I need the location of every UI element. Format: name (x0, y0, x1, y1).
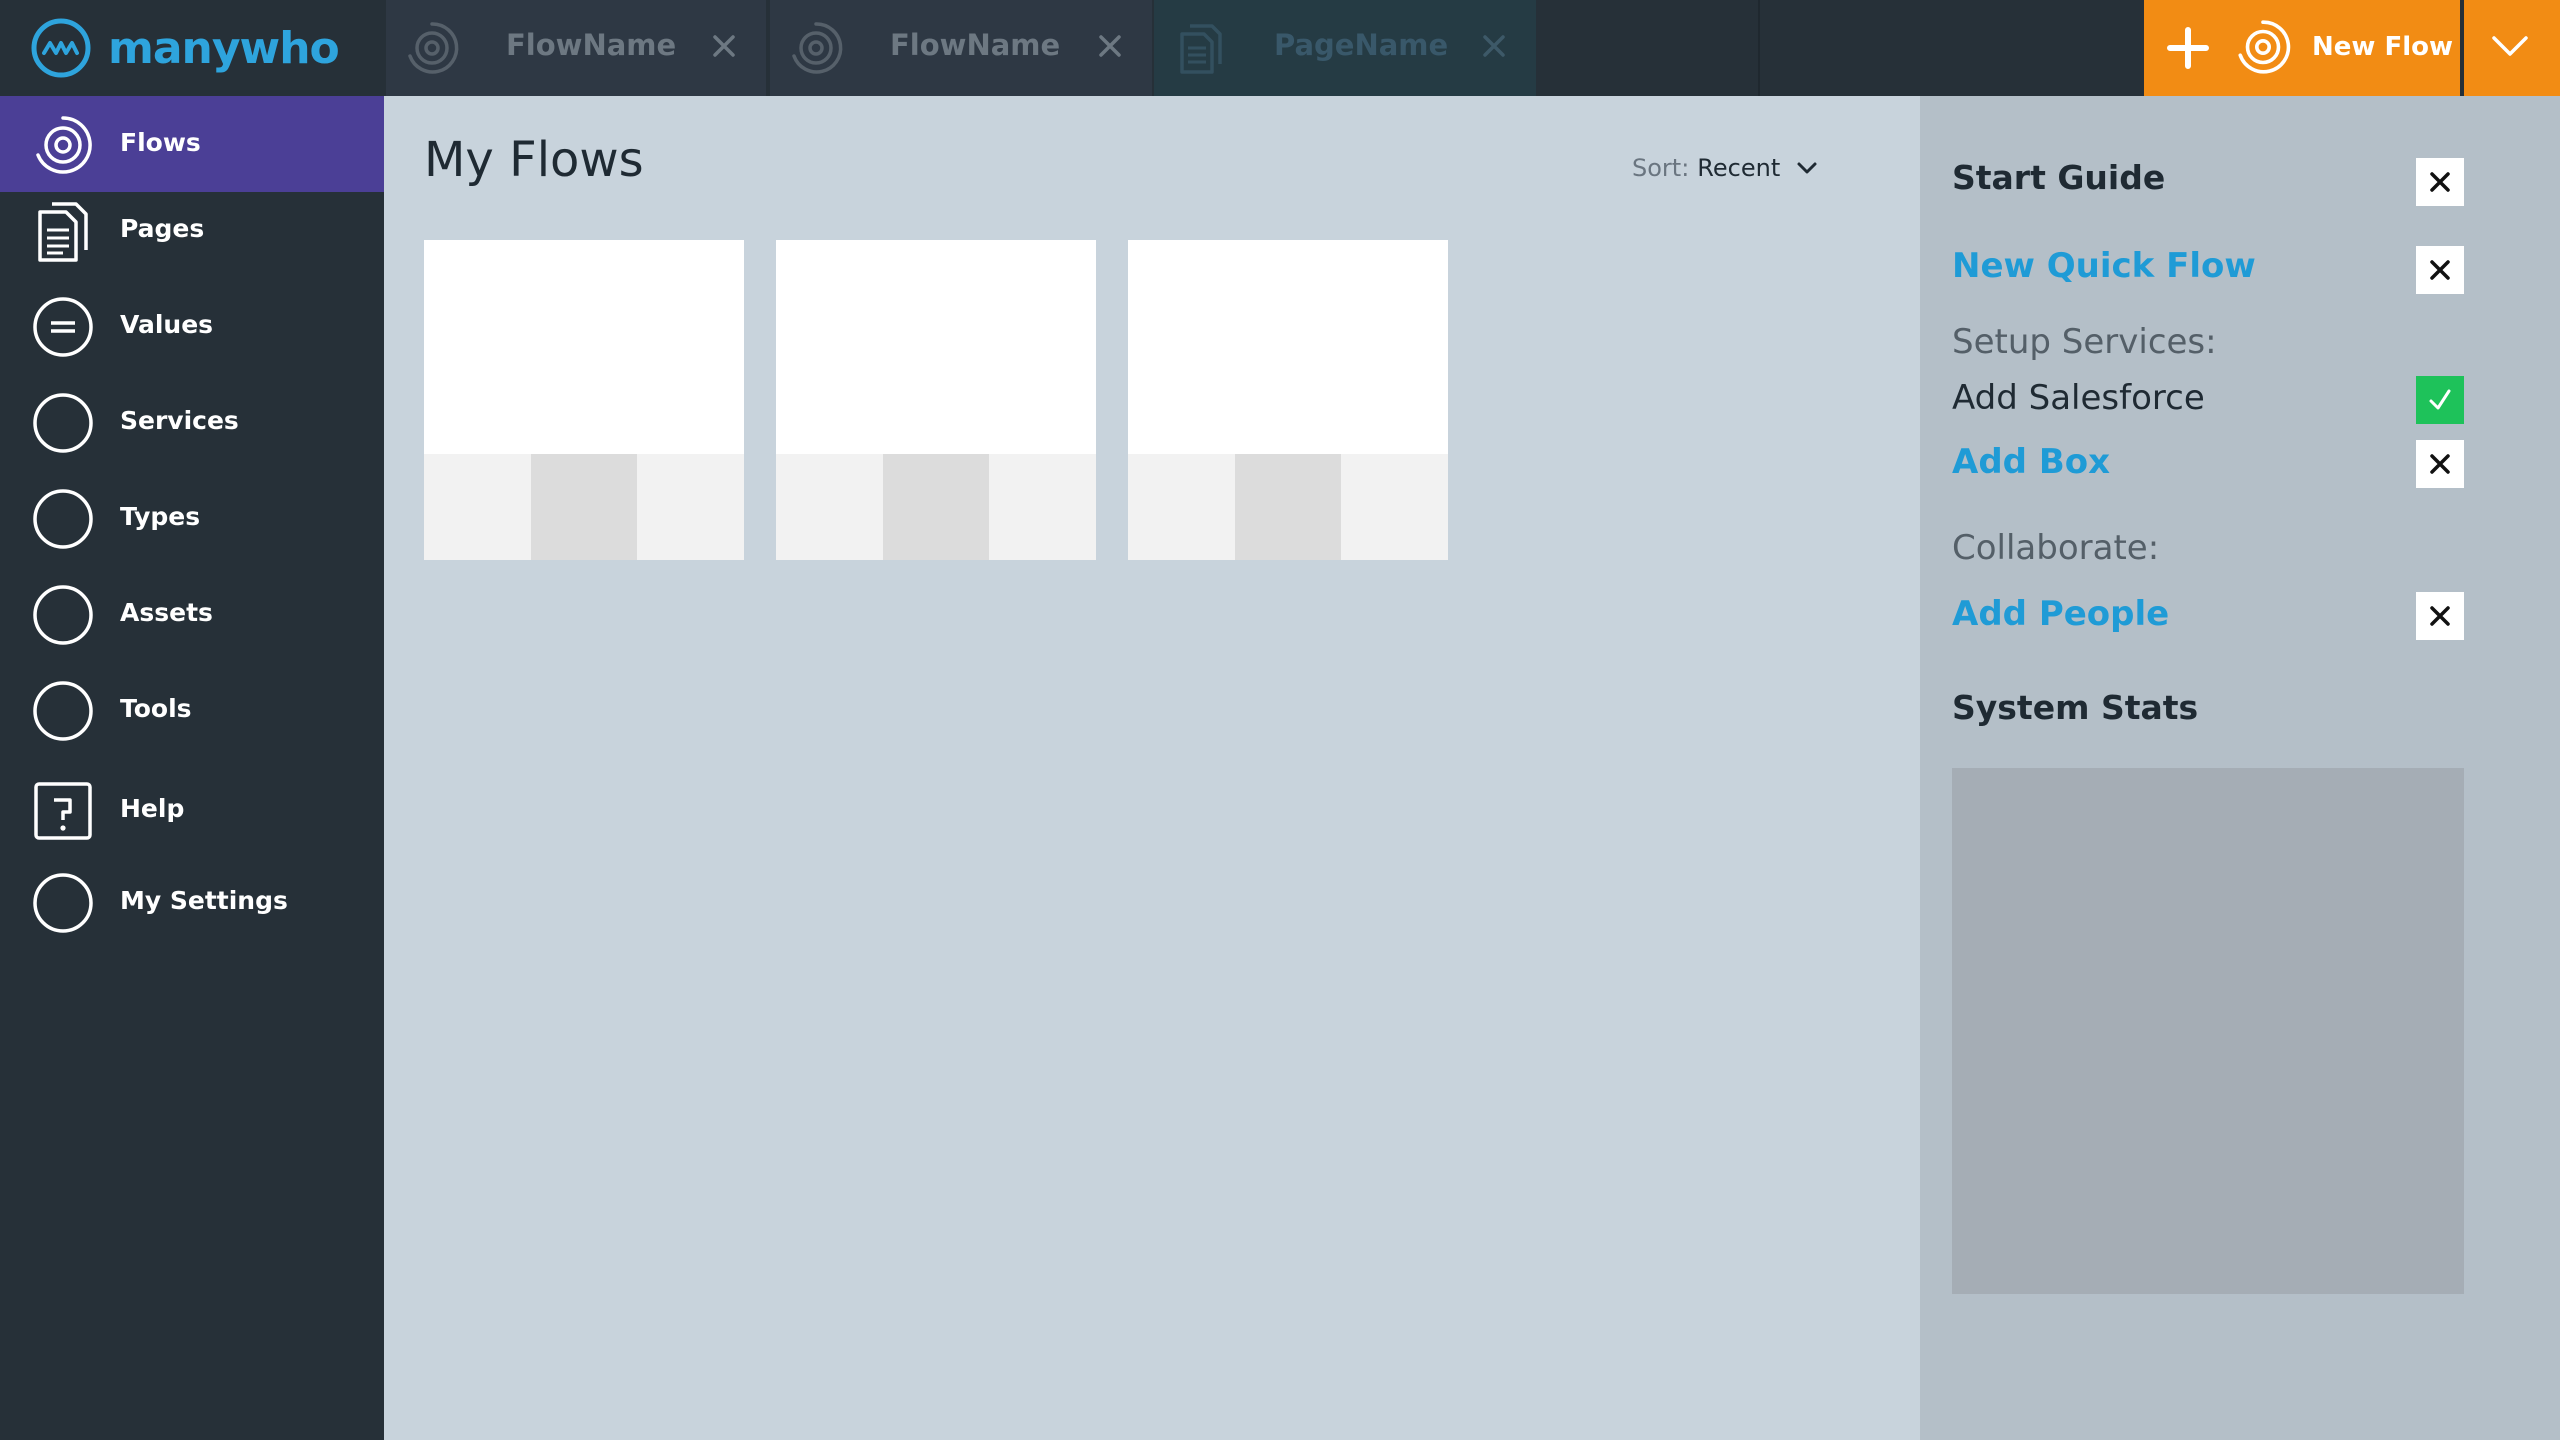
start-guide-heading: Start Guide (1952, 158, 2166, 197)
app-logo[interactable]: manywho (0, 0, 384, 96)
card-action[interactable] (1128, 454, 1235, 560)
card-action[interactable] (637, 454, 745, 560)
sidebar-item-label: Assets (120, 598, 213, 627)
tab-label: PageName (1274, 28, 1449, 62)
close-icon[interactable] (708, 30, 740, 62)
close-start-guide-button[interactable] (2416, 158, 2464, 206)
card-action[interactable] (1341, 454, 1449, 560)
close-icon (2430, 606, 2450, 626)
sidebar: Flows Pages Values Services Types Assets… (0, 96, 384, 1440)
new-quick-flow-link[interactable]: New Quick Flow (1952, 246, 2256, 286)
system-stats-heading: System Stats (1952, 688, 2199, 727)
checkmark-icon (2429, 389, 2451, 410)
sort-label: Sort: (1632, 154, 1690, 182)
values-icon (33, 297, 93, 357)
sidebar-item-values[interactable]: Values (0, 278, 384, 374)
close-icon[interactable] (1478, 30, 1510, 62)
sidebar-item-my-settings[interactable]: My Settings (0, 854, 384, 950)
close-icon (2430, 454, 2450, 474)
close-icon (2430, 172, 2450, 192)
sidebar-item-label: Services (120, 406, 239, 435)
tab-flowname-1[interactable]: FlowName (386, 0, 766, 96)
sidebar-item-label: Flows (120, 128, 201, 157)
tab-label: FlowName (506, 28, 677, 62)
manywho-logo-icon (31, 18, 91, 78)
circle-icon (33, 681, 93, 741)
flow-card[interactable] (1128, 240, 1449, 560)
start-guide-panel: Start Guide New Quick Flow Setup Service… (1920, 96, 2560, 1440)
page-icon (1180, 24, 1222, 74)
close-icon[interactable] (1094, 30, 1126, 62)
tab-divider (1758, 0, 1760, 96)
sidebar-item-label: My Settings (120, 886, 288, 915)
flow-icon (408, 22, 459, 74)
page-title: My Flows (424, 132, 644, 188)
page-icon (38, 202, 88, 262)
collaborate-label: Collaborate: (1952, 528, 2160, 568)
dismiss-add-people-button[interactable] (2416, 592, 2464, 640)
card-footer (424, 454, 745, 560)
sidebar-item-label: Pages (120, 214, 205, 243)
card-action[interactable] (776, 454, 883, 560)
sidebar-item-label: Values (120, 310, 214, 339)
card-action[interactable] (989, 454, 1097, 560)
sidebar-item-tools[interactable]: Tools (0, 662, 384, 758)
chevron-down-icon (1797, 162, 1817, 174)
flow-card[interactable] (776, 240, 1097, 560)
flow-icon (36, 116, 92, 174)
card-footer (776, 454, 1097, 560)
new-flow-label: New Flow (2312, 32, 2454, 62)
sort-value: Recent (1697, 154, 1781, 182)
chevron-down-icon (2492, 36, 2528, 56)
card-action[interactable] (530, 454, 638, 560)
plus-icon (2167, 27, 2209, 69)
sidebar-item-label: Types (120, 502, 201, 531)
sidebar-item-assets[interactable]: Assets (0, 566, 384, 662)
new-flow-dropdown-button[interactable] (2464, 0, 2560, 96)
add-box-link[interactable]: Add Box (1952, 442, 2110, 482)
sidebar-item-label: Help (120, 794, 185, 823)
sidebar-item-flows[interactable]: Flows (0, 96, 384, 192)
main-content: My Flows Sort: Recent (384, 96, 1920, 1440)
add-salesforce-label: Add Salesforce (1952, 378, 2205, 418)
dismiss-add-box-button[interactable] (2416, 440, 2464, 488)
sidebar-item-pages[interactable]: Pages (0, 182, 384, 278)
dismiss-new-quick-flow-button[interactable] (2416, 246, 2464, 294)
circle-icon (33, 585, 93, 645)
circle-icon (33, 873, 93, 933)
logo-text: manywho (108, 22, 340, 74)
card-action[interactable] (882, 454, 990, 560)
card-action[interactable] (1234, 454, 1342, 560)
sidebar-item-help[interactable]: Help (0, 762, 384, 858)
circle-icon (33, 393, 93, 453)
sort-dropdown[interactable]: Sort: Recent (1632, 154, 1818, 182)
circle-icon (33, 489, 93, 549)
sidebar-item-services[interactable]: Services (0, 374, 384, 470)
close-icon (2430, 260, 2450, 280)
top-bar: manywho FlowName FlowName PageName New F… (0, 0, 2560, 96)
setup-services-label: Setup Services: (1952, 322, 2217, 362)
system-stats-placeholder (1952, 768, 2464, 1294)
new-flow-button[interactable]: New Flow (2144, 0, 2460, 96)
tab-label: FlowName (890, 28, 1061, 62)
card-action[interactable] (424, 454, 531, 560)
tab-flowname-2[interactable]: FlowName (770, 0, 1152, 96)
tab-pagename[interactable]: PageName (1154, 0, 1536, 96)
salesforce-done-checkbox[interactable] (2416, 376, 2464, 424)
flow-card[interactable] (424, 240, 745, 560)
flow-icon (2238, 20, 2291, 74)
help-icon (34, 782, 92, 840)
flow-icon (792, 22, 843, 74)
sidebar-item-label: Tools (120, 694, 192, 723)
add-people-link[interactable]: Add People (1952, 594, 2169, 634)
sidebar-item-types[interactable]: Types (0, 470, 384, 566)
card-footer (1128, 454, 1449, 560)
